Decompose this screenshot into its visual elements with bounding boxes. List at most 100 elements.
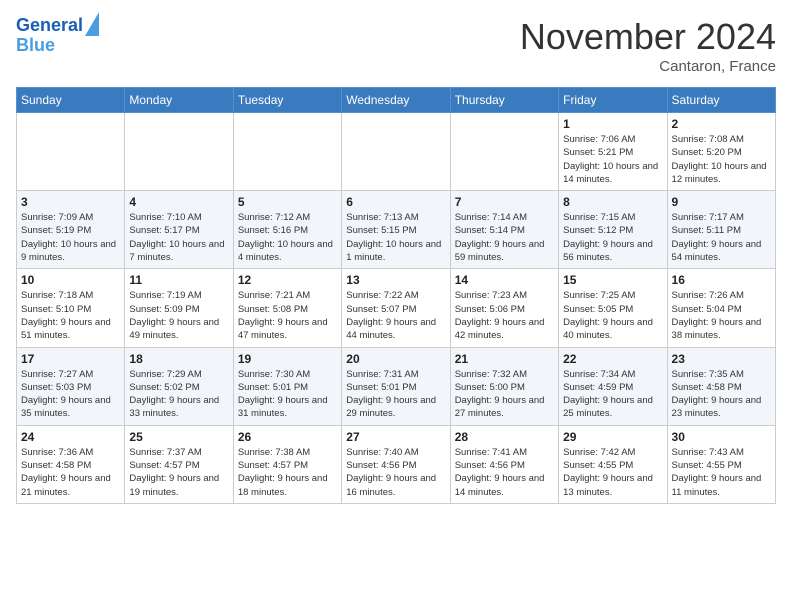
logo-text-blue: Blue [16,36,99,56]
day-cell: 5 Sunrise: 7:12 AM Sunset: 5:16 PM Daylig… [233,191,341,269]
week-row-5: 24 Sunrise: 7:36 AM Sunset: 4:58 PM Dayli… [17,425,776,503]
day-cell: 19 Sunrise: 7:30 AM Sunset: 5:01 PM Dayli… [233,347,341,425]
day-cell [125,113,233,191]
week-row-1: 1 Sunrise: 7:06 AM Sunset: 5:21 PM Daylig… [17,113,776,191]
logo: General Blue [16,16,99,56]
day-cell: 30Sunrise: 7:43 AM Sunset: 4:55 PM Dayli… [667,425,775,503]
day-number: 26 [238,430,337,444]
day-info: Sunrise: 7:10 AM Sunset: 5:17 PM Dayligh… [129,211,228,264]
location-subtitle: Cantaron, France [520,58,776,75]
month-title: November 2024 [520,16,776,58]
day-number: 15 [563,273,662,287]
day-info: Sunrise: 7:27 AM Sunset: 5:03 PM Dayligh… [21,368,120,421]
week-row-4: 17 Sunrise: 7:27 AM Sunset: 5:03 PM Dayli… [17,347,776,425]
day-number: 10 [21,273,120,287]
day-number: 9 [672,195,771,209]
weekday-header-wednesday: Wednesday [342,88,450,113]
day-info: Sunrise: 7:25 AM Sunset: 5:05 PM Dayligh… [563,289,662,342]
day-cell: 13Sunrise: 7:22 AM Sunset: 5:07 PM Dayli… [342,269,450,347]
weekday-header-thursday: Thursday [450,88,558,113]
day-cell: 11 Sunrise: 7:19 AM Sunset: 5:09 PM Dayli… [125,269,233,347]
day-cell [450,113,558,191]
day-number: 6 [346,195,445,209]
weekday-header-tuesday: Tuesday [233,88,341,113]
day-cell: 7Sunrise: 7:14 AM Sunset: 5:14 PM Daylig… [450,191,558,269]
day-number: 30 [672,430,771,444]
day-info: Sunrise: 7:31 AM Sunset: 5:01 PM Dayligh… [346,368,445,421]
weekday-header-monday: Monday [125,88,233,113]
day-info: Sunrise: 7:37 AM Sunset: 4:57 PM Dayligh… [129,446,228,499]
day-number: 24 [21,430,120,444]
day-cell: 29Sunrise: 7:42 AM Sunset: 4:55 PM Dayli… [559,425,667,503]
day-cell: 26 Sunrise: 7:38 AM Sunset: 4:57 PM Dayli… [233,425,341,503]
day-number: 23 [672,352,771,366]
day-cell: 15 Sunrise: 7:25 AM Sunset: 5:05 PM Dayli… [559,269,667,347]
day-number: 19 [238,352,337,366]
day-number: 7 [455,195,554,209]
day-cell: 16 Sunrise: 7:26 AM Sunset: 5:04 PM Dayli… [667,269,775,347]
day-info: Sunrise: 7:35 AM Sunset: 4:58 PM Dayligh… [672,368,771,421]
weekday-header-friday: Friday [559,88,667,113]
day-cell: 23 Sunrise: 7:35 AM Sunset: 4:58 PM Dayli… [667,347,775,425]
day-number: 29 [563,430,662,444]
day-info: Sunrise: 7:18 AM Sunset: 5:10 PM Dayligh… [21,289,120,342]
page-header: General Blue November 2024 Cantaron, Fra… [16,16,776,75]
day-number: 5 [238,195,337,209]
day-info: Sunrise: 7:09 AM Sunset: 5:19 PM Dayligh… [21,211,120,264]
day-number: 22 [563,352,662,366]
day-info: Sunrise: 7:12 AM Sunset: 5:16 PM Dayligh… [238,211,337,264]
day-cell: 25 Sunrise: 7:37 AM Sunset: 4:57 PM Dayli… [125,425,233,503]
day-info: Sunrise: 7:40 AM Sunset: 4:56 PM Dayligh… [346,446,445,499]
week-row-3: 10 Sunrise: 7:18 AM Sunset: 5:10 PM Dayli… [17,269,776,347]
day-info: Sunrise: 7:17 AM Sunset: 5:11 PM Dayligh… [672,211,771,264]
day-cell: 17 Sunrise: 7:27 AM Sunset: 5:03 PM Dayli… [17,347,125,425]
day-info: Sunrise: 7:13 AM Sunset: 5:15 PM Dayligh… [346,211,445,264]
day-number: 8 [563,195,662,209]
day-info: Sunrise: 7:34 AM Sunset: 4:59 PM Dayligh… [563,368,662,421]
logo-triangle-icon [85,12,99,36]
day-number: 17 [21,352,120,366]
day-number: 12 [238,273,337,287]
day-cell: 21Sunrise: 7:32 AM Sunset: 5:00 PM Dayli… [450,347,558,425]
day-cell [17,113,125,191]
weekday-header-sunday: Sunday [17,88,125,113]
day-info: Sunrise: 7:23 AM Sunset: 5:06 PM Dayligh… [455,289,554,342]
day-info: Sunrise: 7:26 AM Sunset: 5:04 PM Dayligh… [672,289,771,342]
day-cell: 20 Sunrise: 7:31 AM Sunset: 5:01 PM Dayli… [342,347,450,425]
logo-text: General [16,16,83,36]
day-number: 16 [672,273,771,287]
day-cell: 14Sunrise: 7:23 AM Sunset: 5:06 PM Dayli… [450,269,558,347]
day-number: 2 [672,117,771,131]
day-number: 28 [455,430,554,444]
day-info: Sunrise: 7:38 AM Sunset: 4:57 PM Dayligh… [238,446,337,499]
day-number: 27 [346,430,445,444]
day-number: 18 [129,352,228,366]
day-cell: 27 Sunrise: 7:40 AM Sunset: 4:56 PM Dayli… [342,425,450,503]
day-info: Sunrise: 7:19 AM Sunset: 5:09 PM Dayligh… [129,289,228,342]
day-cell: 9 Sunrise: 7:17 AM Sunset: 5:11 PM Daylig… [667,191,775,269]
day-number: 13 [346,273,445,287]
day-number: 21 [455,352,554,366]
day-cell: 2 Sunrise: 7:08 AM Sunset: 5:20 PM Daylig… [667,113,775,191]
day-cell: 12 Sunrise: 7:21 AM Sunset: 5:08 PM Dayli… [233,269,341,347]
day-cell [233,113,341,191]
day-info: Sunrise: 7:08 AM Sunset: 5:20 PM Dayligh… [672,133,771,186]
day-info: Sunrise: 7:06 AM Sunset: 5:21 PM Dayligh… [563,133,662,186]
day-info: Sunrise: 7:36 AM Sunset: 4:58 PM Dayligh… [21,446,120,499]
day-info: Sunrise: 7:21 AM Sunset: 5:08 PM Dayligh… [238,289,337,342]
day-cell: 1 Sunrise: 7:06 AM Sunset: 5:21 PM Daylig… [559,113,667,191]
day-cell: 6 Sunrise: 7:13 AM Sunset: 5:15 PM Daylig… [342,191,450,269]
day-number: 4 [129,195,228,209]
day-number: 11 [129,273,228,287]
day-number: 25 [129,430,228,444]
day-number: 1 [563,117,662,131]
day-cell: 22 Sunrise: 7:34 AM Sunset: 4:59 PM Dayli… [559,347,667,425]
day-cell: 18Sunrise: 7:29 AM Sunset: 5:02 PM Dayli… [125,347,233,425]
weekday-header-saturday: Saturday [667,88,775,113]
day-info: Sunrise: 7:41 AM Sunset: 4:56 PM Dayligh… [455,446,554,499]
day-cell: 4 Sunrise: 7:10 AM Sunset: 5:17 PM Daylig… [125,191,233,269]
day-cell: 28 Sunrise: 7:41 AM Sunset: 4:56 PM Dayli… [450,425,558,503]
day-info: Sunrise: 7:30 AM Sunset: 5:01 PM Dayligh… [238,368,337,421]
week-row-2: 3Sunrise: 7:09 AM Sunset: 5:19 PM Daylig… [17,191,776,269]
day-number: 20 [346,352,445,366]
